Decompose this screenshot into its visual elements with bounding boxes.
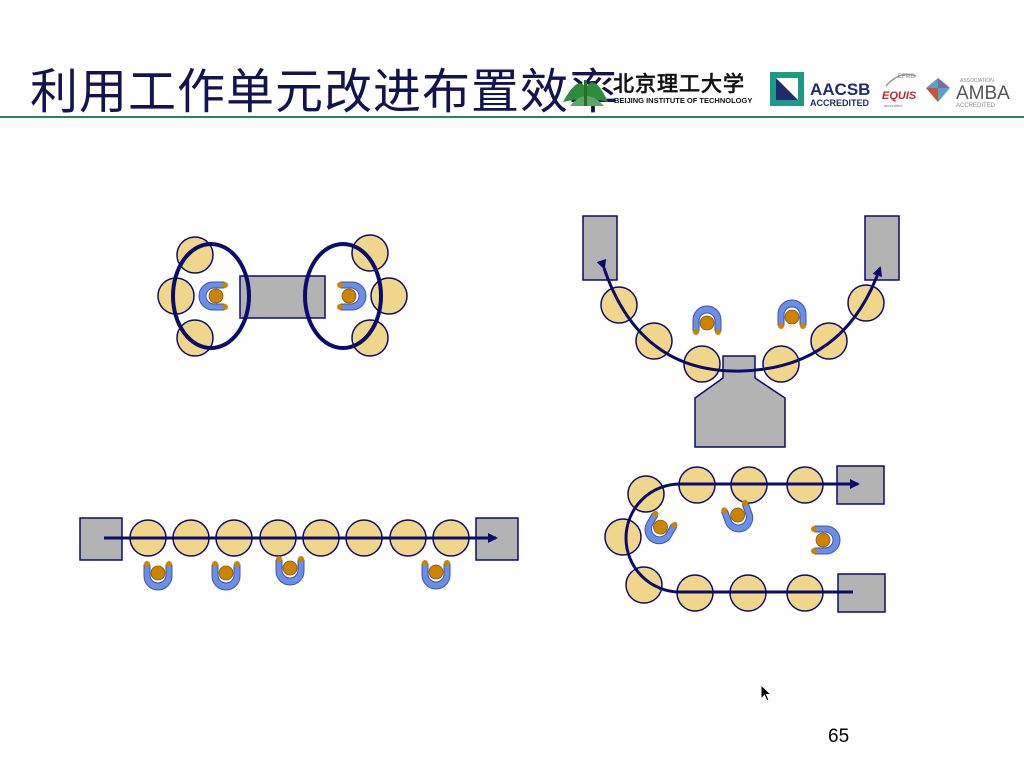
- work-cell-diagram: [79, 215, 900, 613]
- station: [604, 518, 642, 556]
- station: [627, 475, 665, 513]
- worker-icon: [211, 561, 241, 591]
- worker-icon: [198, 281, 228, 311]
- station: [351, 234, 389, 272]
- machine: [582, 215, 618, 281]
- arrow-cursor-icon: [760, 684, 772, 702]
- station: [370, 277, 408, 315]
- station: [351, 319, 389, 357]
- worker-icon: [337, 281, 367, 311]
- worker-icon: [692, 305, 722, 335]
- worker-icon: [644, 510, 678, 545]
- station: [625, 566, 663, 604]
- page-number: 65: [828, 726, 850, 747]
- station: [762, 345, 800, 383]
- worker-icon: [143, 561, 173, 591]
- machine: [864, 215, 900, 281]
- layout-two-ring-cell: [157, 234, 408, 357]
- layout-u-shaped-cell: [582, 215, 900, 448]
- layout-straight-line: [79, 517, 519, 561]
- machine: [239, 275, 326, 319]
- worker-icon: [811, 525, 841, 555]
- worker-icon: [777, 299, 807, 329]
- station: [847, 284, 885, 322]
- worker-icon: [275, 556, 305, 586]
- station: [176, 319, 214, 357]
- station: [810, 322, 848, 360]
- layout-c-shaped-cell: [604, 465, 886, 613]
- worker-icon: [421, 560, 451, 590]
- worker-icon: [721, 499, 754, 533]
